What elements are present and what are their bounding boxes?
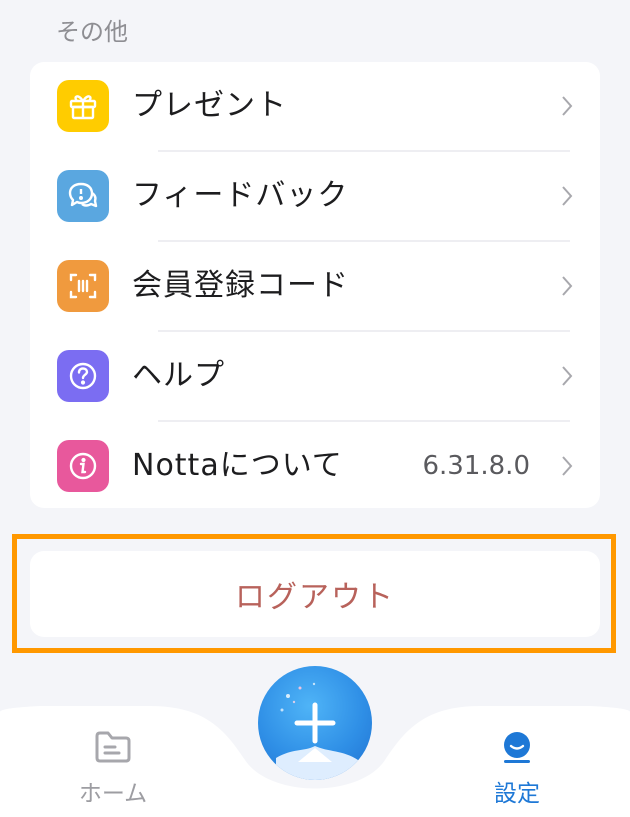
question-icon [57, 350, 109, 402]
tab-label: ホーム [78, 781, 148, 807]
chat-bubbles-icon [57, 170, 109, 222]
gift-icon [57, 80, 109, 132]
menu-item-label: プレゼント [132, 88, 287, 123]
settings-menu-card: プレゼント フィードバック 会員登録コード ヘルプ Nottaについて 6.31… [30, 62, 600, 508]
menu-item-membership-code[interactable]: 会員登録コード [30, 242, 600, 331]
folder-icon [95, 731, 131, 763]
section-label: その他 [56, 18, 128, 46]
menu-item-present[interactable]: プレゼント [30, 62, 600, 151]
tab-label: 設定 [494, 781, 540, 807]
chevron-right-icon [562, 186, 573, 206]
profile-icon [504, 732, 530, 763]
menu-item-label: フィードバック [132, 178, 349, 213]
app-version: 6.31.8.0 [422, 451, 530, 481]
logout-button[interactable]: ログアウト [30, 551, 600, 637]
chevron-right-icon [562, 366, 573, 386]
plus-icon [294, 702, 336, 744]
chevron-right-icon [562, 276, 573, 296]
tab-settings[interactable]: 設定 [457, 730, 577, 808]
chevron-right-icon [562, 96, 573, 116]
menu-item-label: 会員登録コード [132, 268, 349, 303]
tab-home[interactable]: ホーム [53, 730, 173, 808]
add-button[interactable] [258, 666, 372, 780]
menu-item-label: Nottaについて [132, 448, 343, 483]
menu-item-about[interactable]: Nottaについて 6.31.8.0 [30, 422, 600, 511]
scan-code-icon [57, 260, 109, 312]
chevron-right-icon [562, 456, 573, 476]
menu-item-label: ヘルプ [132, 358, 225, 393]
menu-item-feedback[interactable]: フィードバック [30, 152, 600, 241]
info-icon [57, 440, 109, 492]
menu-item-help[interactable]: ヘルプ [30, 332, 600, 421]
